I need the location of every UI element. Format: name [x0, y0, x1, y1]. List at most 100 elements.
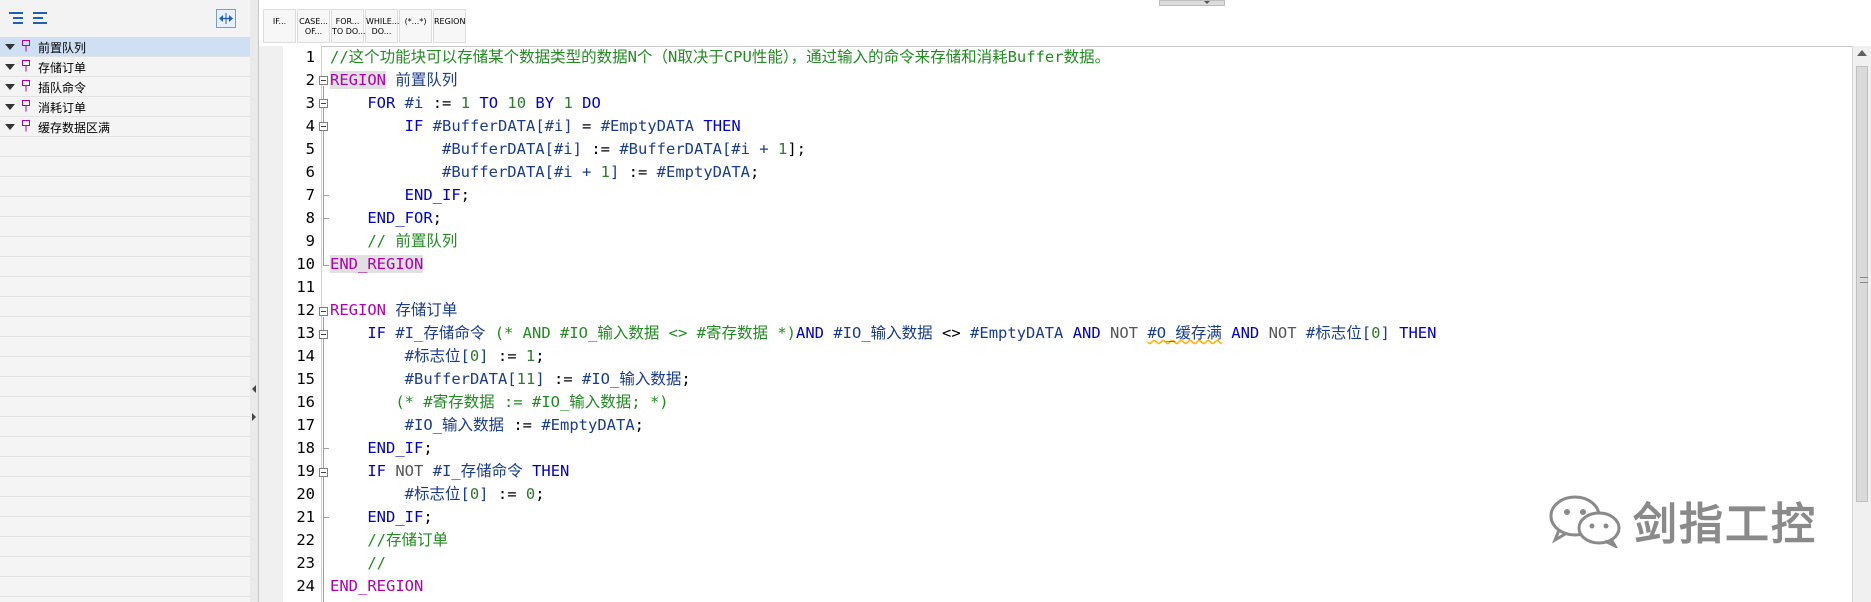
- collapse-all-icon[interactable]: [30, 10, 50, 28]
- empty-row: [0, 417, 250, 437]
- variable: #BufferDATA[#i +: [441, 163, 601, 181]
- keyword: AND: [796, 324, 824, 342]
- keyword: BY: [535, 94, 555, 112]
- punctuation: ];: [787, 140, 806, 158]
- expand-all-icon[interactable]: [6, 10, 26, 28]
- expand-triangle-icon[interactable]: [5, 104, 15, 110]
- line-number: 5: [305, 140, 315, 158]
- grip-icon: [1860, 277, 1868, 283]
- empty-row: [0, 297, 250, 317]
- code-line-3[interactable]: FOR #i := 1 TO 10 BY 1 DO: [330, 92, 600, 115]
- code-line-1[interactable]: //这个功能块可以存储某个数据类型的数据N个（N取决于CPU性能），通过输入的命…: [330, 46, 1110, 69]
- region-item-1[interactable]: 存储订单: [0, 57, 250, 77]
- code-line-7[interactable]: END_IF;: [330, 184, 470, 207]
- code-line-5[interactable]: #BufferDATA[#i] := #BufferDATA[#i + 1];: [330, 138, 806, 161]
- empty-row: [0, 497, 250, 517]
- vertical-scrollbar[interactable]: [1852, 46, 1871, 602]
- code-line-16[interactable]: (* #寄存数据 := #IO_输入数据; *): [330, 391, 668, 414]
- expand-triangle-icon[interactable]: [5, 124, 15, 130]
- while-instruction-button[interactable]: WHILE... DO...: [365, 9, 399, 43]
- region-icon: [22, 40, 30, 52]
- code-line-2[interactable]: REGION 前置队列: [330, 69, 457, 92]
- fold-toggle[interactable]: [319, 99, 328, 108]
- panel-splitter[interactable]: [250, 0, 259, 602]
- code-line-15[interactable]: #BufferDATA[11] := #IO_输入数据;: [330, 368, 691, 391]
- punctuation: ;: [460, 186, 470, 204]
- code-line-10[interactable]: END_REGION: [330, 253, 424, 276]
- region-instruction-button[interactable]: REGION: [433, 9, 466, 43]
- fold-guide: [323, 195, 329, 196]
- if-instruction-button[interactable]: IF...: [263, 9, 296, 43]
- number: 1: [525, 347, 536, 365]
- breakpoint-gutter[interactable]: [259, 46, 283, 602]
- code-line-17[interactable]: #IO_输入数据 := #EmptyDATA;: [330, 414, 644, 437]
- region-item-3[interactable]: 消耗订单: [0, 97, 250, 117]
- fold-toggle[interactable]: [319, 468, 328, 477]
- fold-toggle[interactable]: [319, 76, 328, 85]
- line-number: 2: [305, 71, 315, 89]
- operator: :=: [554, 370, 573, 388]
- region-item-label: 缓存数据区满: [38, 121, 111, 135]
- code-line-12[interactable]: REGION 存储订单: [330, 299, 457, 322]
- region-name: 前置队列: [386, 71, 458, 89]
- variable: #BufferDATA[#i +: [619, 140, 778, 158]
- region-item-0[interactable]: 前置队列: [0, 37, 250, 57]
- comment-instruction-button[interactable]: (*...*): [399, 9, 432, 43]
- code-line-8[interactable]: END_FOR;: [330, 207, 442, 230]
- number: 1: [600, 163, 610, 181]
- navigation-toolbar: [0, 0, 250, 38]
- chevron-down-icon[interactable]: [1204, 1, 1210, 4]
- fold-toggle[interactable]: [319, 307, 328, 316]
- variable: #BufferDATA[: [404, 370, 517, 388]
- code-line-20[interactable]: #标志位[0] := 0;: [330, 483, 545, 506]
- fold-toggle[interactable]: [319, 122, 328, 131]
- empty-row: [0, 377, 250, 397]
- region-item-2[interactable]: 插队命令: [0, 77, 250, 97]
- code-line-6[interactable]: #BufferDATA[#i + 1] := #EmptyDATA;: [330, 161, 759, 184]
- code-line-22[interactable]: //存储订单: [330, 529, 448, 552]
- region-item-4[interactable]: 缓存数据区满: [0, 117, 250, 137]
- code-line-9[interactable]: // 前置队列: [330, 230, 457, 253]
- comment: //这个功能块可以存储某个数据类型的数据N个（N取决于CPU性能），通过输入的命…: [330, 48, 1111, 66]
- code-line-14[interactable]: #标志位[0] := 1;: [330, 345, 545, 368]
- scrollbar-thumb[interactable]: [1856, 66, 1868, 502]
- top-panel-tab[interactable]: [1159, 0, 1225, 6]
- region-item-label: 插队命令: [38, 81, 87, 95]
- code-line-19[interactable]: IF NOT #I_存储命令 THEN: [330, 460, 569, 483]
- code-line-24[interactable]: END_REGION: [330, 575, 423, 598]
- fold-toggle[interactable]: [319, 330, 328, 339]
- variable: #标志位[: [1305, 324, 1372, 342]
- variable: #标志位[: [404, 485, 470, 503]
- empty-row: [0, 397, 250, 417]
- punctuation: ;: [432, 209, 442, 227]
- line-number: 12: [296, 301, 315, 319]
- code-line-23[interactable]: //: [330, 552, 386, 575]
- scroll-up-icon[interactable]: [1857, 50, 1867, 56]
- code-line-4[interactable]: IF #BufferDATA[#i] = #EmptyDATA THEN: [330, 115, 741, 138]
- keyword: IF: [367, 324, 386, 342]
- empty-row: [0, 137, 250, 157]
- expand-triangle-icon[interactable]: [5, 44, 15, 50]
- code-line-18[interactable]: END_IF;: [330, 437, 432, 460]
- code-line-21[interactable]: END_IF;: [330, 506, 432, 529]
- region-item-label: 存储订单: [38, 61, 87, 75]
- line-number: 20: [296, 485, 315, 503]
- for-instruction-button[interactable]: FOR... TO DO...: [331, 9, 366, 43]
- fold-guide: [323, 86, 324, 266]
- keyword: THEN: [1399, 324, 1437, 342]
- double-arrow-icon: [219, 13, 233, 24]
- toggle-panel-button[interactable]: [216, 9, 236, 28]
- keyword: END_IF: [367, 439, 424, 457]
- region-keyword: REGION: [330, 301, 386, 319]
- splitter-arrows-icon[interactable]: [250, 383, 258, 423]
- variable: #O_缓存满: [1147, 324, 1222, 342]
- keyword: NOT: [1268, 324, 1297, 342]
- case-instruction-button[interactable]: CASE... OF...: [297, 9, 330, 43]
- empty-row: [0, 337, 250, 357]
- fold-guide: [323, 317, 324, 602]
- line-number: 22: [296, 531, 315, 549]
- code-line-13[interactable]: IF #I_存储命令 (* AND #IO_输入数据 <> #寄存数据 *)AN…: [330, 322, 1436, 345]
- operator: :=: [497, 347, 517, 365]
- expand-triangle-icon[interactable]: [5, 64, 15, 70]
- expand-triangle-icon[interactable]: [5, 84, 15, 90]
